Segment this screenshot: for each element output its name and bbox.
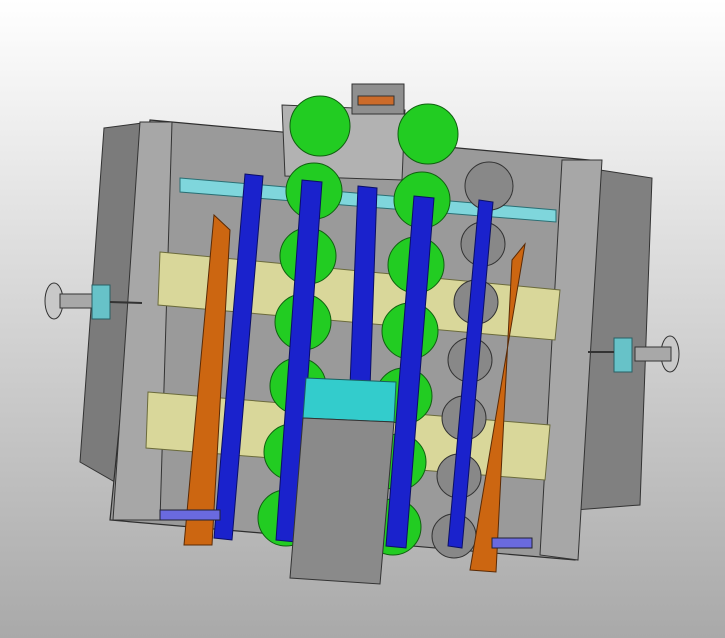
green-wheel [397,103,459,165]
machine-model [44,83,680,585]
right-lower-shaft [491,537,533,549]
center-feed-plate [289,417,395,585]
cad-viewport[interactable] [0,0,725,638]
left-lower-shaft [159,509,221,521]
top-block-copper [357,95,395,106]
cyan-block [302,377,397,423]
green-wheel [289,95,351,157]
